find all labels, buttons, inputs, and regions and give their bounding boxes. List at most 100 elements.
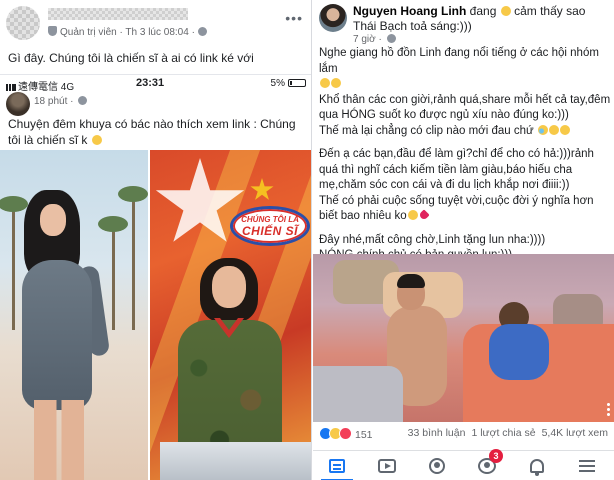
- inner-caption-text: Chuyện đêm khuya có bác nào thích xem li…: [8, 117, 296, 147]
- post-time: 7 giờ ·: [353, 34, 396, 45]
- laughing-emoji-icon: [548, 124, 559, 135]
- post-header: Quản trị viên · Th 3 lúc 08:04 · •••: [6, 4, 305, 44]
- globe-icon: [386, 34, 396, 43]
- grin-emoji-icon: [407, 210, 418, 220]
- smirk-emoji-icon: [320, 78, 330, 88]
- show-logo-line2: CHIẾN SĨ: [241, 224, 298, 238]
- person-face: [40, 204, 66, 236]
- battery-percent: 5%: [270, 78, 285, 89]
- right-post: Nguyen Hoang Linh đang cảm thấy sao Thái…: [313, 0, 614, 480]
- body-text: Thế mà lại chẳng có clip nào mới đau chứ: [319, 124, 534, 137]
- photo-tv-studio[interactable]: CHÚNG TÔI LÀ CHIẾN SĨ: [150, 150, 311, 480]
- globe-icon: [197, 27, 207, 36]
- laughing-emoji-icon: [91, 135, 102, 145]
- inner-post-avatar[interactable]: [6, 92, 30, 116]
- network-type: 4G: [60, 82, 75, 93]
- status-verb: đang: [469, 4, 497, 18]
- body-line: Đây nhé,mất công chờ,Linh tặng lun nha:)…: [319, 233, 611, 249]
- post-meta: Quản trị viên · Th 3 lúc 08:04 ·: [48, 26, 207, 38]
- palm-tree: [98, 216, 128, 330]
- reaction-summary[interactable]: 151: [319, 427, 373, 441]
- laughing-emoji-icon: [559, 124, 570, 135]
- show-logo-line1: CHÚNG TÔI LÀ: [241, 215, 299, 224]
- photo-beach-swimsuit[interactable]: [0, 150, 148, 480]
- carrier-name: 遠傳電信: [18, 82, 58, 93]
- more-options-icon[interactable]: •••: [285, 10, 303, 26]
- globe-icon: [78, 96, 88, 105]
- battery-info: 5%: [271, 78, 306, 89]
- privacy-label: Quản trị viên: [60, 27, 117, 38]
- body-line: Thế có phải cuộc sống tuyệt vời,cuộc đời…: [319, 194, 611, 225]
- left-post: Quản trị viên · Th 3 lúc 08:04 · ••• Gì …: [0, 0, 312, 480]
- post-timestamp[interactable]: 7 giờ: [353, 34, 376, 45]
- inner-post-time: 18 phút ·: [34, 96, 88, 107]
- tab-notifications[interactable]: [517, 455, 557, 477]
- body-line: Đến ạ các bạn,đầu để làm gì?chỉ để cho c…: [319, 147, 611, 194]
- person-swimsuit: [22, 260, 92, 410]
- gold-star-icon: [250, 178, 274, 200]
- hamburger-menu-icon: [579, 460, 595, 472]
- comment-count[interactable]: 33 bình luận: [408, 427, 466, 439]
- heart-icon: [417, 209, 430, 221]
- tab-watch[interactable]: [367, 455, 407, 477]
- bell-icon: [530, 459, 544, 476]
- profile-icon: [429, 458, 445, 474]
- screenshot-collage: Quản trị viên · Th 3 lúc 08:04 · ••• Gì …: [0, 0, 614, 480]
- person-body: [489, 324, 549, 380]
- body-line: Nghe giang hồ đồn Linh đang nổi tiếng ở …: [319, 46, 611, 77]
- inner-post-timestamp[interactable]: 18 phút: [34, 96, 67, 107]
- feeling-emoji-icon: [500, 6, 511, 16]
- post-stats: 151 33 bình luận 1 lượt chia sẻ 5,4K lượt …: [319, 426, 608, 442]
- body-text: Đây nhé,mất công chờ,Linh tặng lun nha:)…: [319, 233, 546, 246]
- author-name[interactable]: Nguyen Hoang Linh: [353, 4, 466, 18]
- more-options-icon[interactable]: [607, 402, 610, 416]
- tab-menu[interactable]: [567, 455, 607, 477]
- view-count[interactable]: 5,4K lượt xem: [542, 427, 608, 439]
- post-caption: Gì đây. Chúng tôi là chiến sĩ à ai có li…: [8, 51, 254, 65]
- engagement-counts: 33 bình luận 1 lượt chia sẻ 5,4K lượt xem: [408, 427, 608, 439]
- phone-status-bar: 遠傳電信 4G 23:31 5%: [0, 74, 311, 93]
- sofa: [313, 366, 403, 422]
- reaction-count: 151: [355, 429, 373, 441]
- signal-icon: [6, 84, 16, 91]
- news-feed-icon: [329, 459, 345, 473]
- body-line: Thế mà lại chẳng có clip nào mới đau chứ: [319, 124, 611, 140]
- share-count[interactable]: 1 lượt chia sẻ: [471, 427, 535, 439]
- love-icon: [339, 427, 352, 440]
- body-text: Đến ạ các bạn,đầu để làm gì?chỉ để cho c…: [319, 148, 594, 191]
- post-time[interactable]: Th 3 lúc 08:04: [125, 27, 188, 38]
- inner-post-caption: Chuyện đêm khuya có bác nào thích xem li…: [8, 116, 308, 148]
- crying-emoji-icon: [537, 124, 548, 135]
- bottom-nav: 3: [313, 449, 614, 480]
- tab-groups[interactable]: 3: [467, 449, 507, 477]
- clock: 23:31: [136, 77, 165, 89]
- palm-tree: [0, 196, 28, 330]
- body-line: Khổ thân các con giời,rảnh quá,share mỗi…: [319, 93, 611, 124]
- show-logo: CHÚNG TÔI LÀ CHIẾN SĨ: [230, 206, 310, 246]
- watch-video-icon: [378, 459, 396, 473]
- author-avatar[interactable]: [319, 4, 347, 32]
- tab-news-feed[interactable]: [317, 455, 357, 480]
- post-title: Nguyen Hoang Linh đang cảm thấy sao Thái…: [353, 4, 609, 34]
- studio-desk: [160, 442, 311, 480]
- avatar-blurred[interactable]: [6, 6, 40, 40]
- author-name-blurred[interactable]: [48, 8, 188, 20]
- carrier-info: 遠傳電信 4G: [6, 78, 74, 93]
- person-hair: [397, 274, 425, 288]
- body-text: Thế có phải cuộc sống tuyệt vời,cuộc đời…: [319, 194, 594, 223]
- notification-badge: 3: [489, 449, 503, 463]
- body-emoji-row: [319, 77, 611, 93]
- post-body: Nghe giang hồ đồn Linh đang nổi tiếng ở …: [319, 46, 611, 264]
- body-text: Nghe giang hồ đồn Linh đang nổi tiếng ở …: [319, 47, 599, 75]
- tab-profile[interactable]: [417, 455, 457, 477]
- post-photo[interactable]: [313, 254, 614, 422]
- person-face: [212, 266, 246, 308]
- battery-icon: [288, 79, 306, 87]
- person-legs: [34, 400, 84, 480]
- body-text: Khổ thân các con giời,rảnh quá,share mỗi…: [319, 93, 611, 122]
- palm-tree: [118, 186, 148, 330]
- admin-shield-icon: [48, 26, 57, 36]
- smirk-emoji-icon: [331, 78, 341, 88]
